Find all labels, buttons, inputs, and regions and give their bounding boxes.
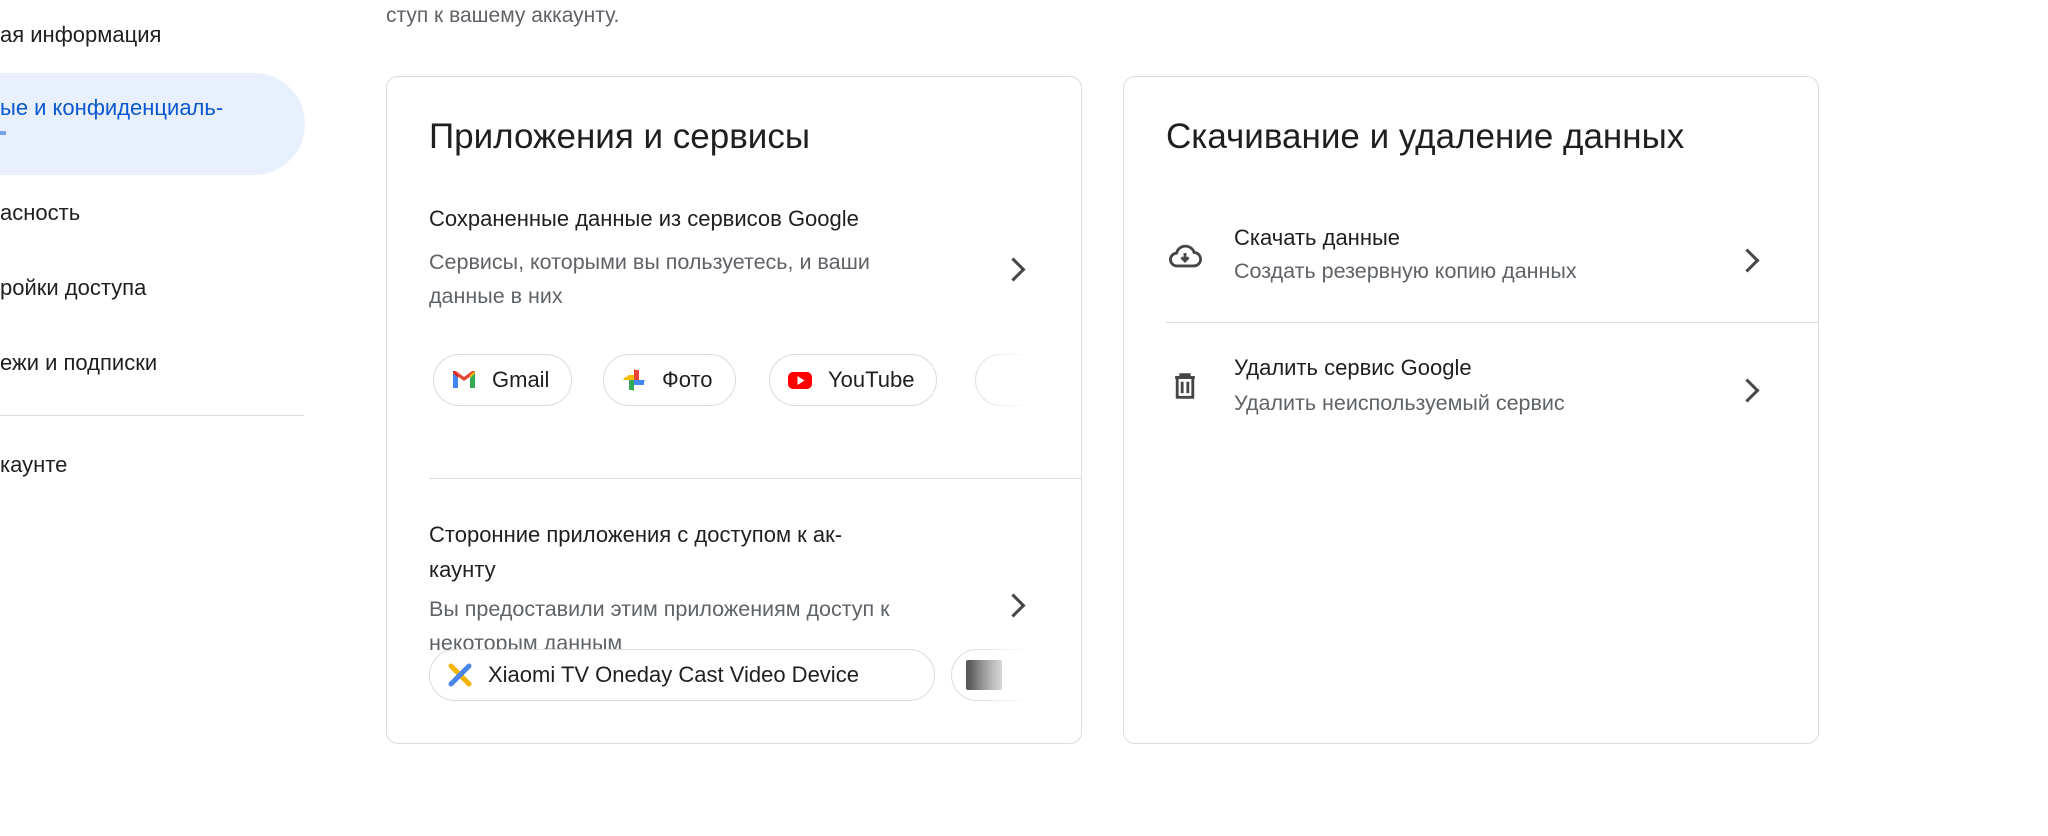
sidebar-item-label: асность (0, 200, 81, 225)
google-photos-icon (623, 369, 645, 391)
sidebar-item-payments[interactable]: ежи и подписки (0, 350, 305, 380)
third-party-chip-row: Xiaomi TV Oneday Cast Video Device (429, 647, 1041, 707)
saved-data-row[interactable]: Сохраненные данные из сервисов Google Се… (387, 197, 1081, 322)
chip-gmail[interactable]: Gmail (433, 354, 573, 406)
section-divider (1166, 322, 1818, 323)
sidebar-item-personal-info[interactable]: ая информация (0, 22, 305, 52)
sidebar-divider (0, 415, 304, 416)
xiaomi-cast-icon (448, 663, 472, 687)
chevron-right-icon (1735, 248, 1760, 273)
row-description: Вы предоставили этим приложениям доступ … (429, 597, 890, 621)
chevron-right-icon (1001, 257, 1026, 282)
section-divider (429, 478, 1081, 479)
row-title-cont: каунту (429, 557, 496, 582)
partial-app-icon (992, 366, 1020, 394)
chip-label: Xiaomi TV Oneday Cast Video Device (488, 662, 859, 687)
sidebar-item-label-cont (0, 131, 6, 135)
chip-xiaomi-tv[interactable]: Xiaomi TV Oneday Cast Video Device (429, 649, 935, 701)
chip-label: Фото (662, 367, 713, 392)
chevron-right-icon (1735, 378, 1760, 403)
card-title: Скачивание и удаление данных (1166, 117, 1685, 156)
download-data-row[interactable]: Скачать данные Создать резервную копию д… (1124, 212, 1818, 322)
cloud-download-icon (1169, 244, 1202, 268)
row-title: Скачать данные (1234, 225, 1401, 250)
sidebar-item-about[interactable]: каунте (0, 452, 305, 482)
row-description: Создать резервную копию данных (1234, 259, 1577, 283)
row-title: Удалить сервис Google (1234, 355, 1472, 380)
sidebar-item-label: ая информация (0, 22, 162, 47)
row-description: данные в них (429, 284, 563, 308)
chip-label: Gmail (492, 367, 550, 392)
gmail-icon (453, 371, 475, 388)
sidebar-item-label: ройки доступа (0, 275, 147, 300)
sidebar-item-security[interactable]: асность (0, 200, 305, 230)
sidebar-item-label: ые и конфиденциаль- (0, 95, 224, 120)
chip-label: YouTube (828, 367, 915, 392)
trash-icon (1175, 373, 1195, 399)
delete-service-row[interactable]: Удалить сервис Google Удалить неиспользу… (1124, 337, 1818, 447)
row-description: Удалить неиспользуемый сервис (1234, 391, 1565, 415)
intro-text: ступ к вашему аккаунту. (386, 4, 620, 27)
chip-partial-app[interactable] (951, 649, 1041, 701)
sidebar-item-label: каунте (0, 452, 68, 477)
row-title: Сторонние приложения с доступом к ак- (429, 522, 843, 547)
chip-more-partial[interactable] (975, 354, 1041, 406)
sidebar-item-label: ежи и подписки (0, 350, 158, 375)
services-chip-row: Gmail Фото YouTube (429, 352, 1041, 412)
row-title: Сохраненные данные из сервисов Google (429, 206, 859, 231)
apps-services-card: Приложения и сервисы Сохраненные данные … (386, 76, 1082, 744)
chip-photos[interactable]: Фото (603, 354, 736, 406)
cut-off-content (430, 828, 730, 836)
chip-youtube[interactable]: YouTube (769, 354, 938, 406)
sidebar-item-sharing[interactable]: ройки доступа (0, 275, 305, 305)
card-title: Приложения и сервисы (429, 117, 811, 156)
row-description: Сервисы, которыми вы пользуетесь, и ваши (429, 250, 870, 274)
youtube-icon (788, 372, 812, 389)
download-delete-card: Скачивание и удаление данных Скачать дан… (1123, 76, 1819, 744)
sidebar-item-data-privacy[interactable]: ые и конфиденциаль- (0, 73, 305, 175)
chevron-right-icon (1001, 593, 1026, 618)
partial-app-thumbnail-icon (966, 660, 1002, 690)
